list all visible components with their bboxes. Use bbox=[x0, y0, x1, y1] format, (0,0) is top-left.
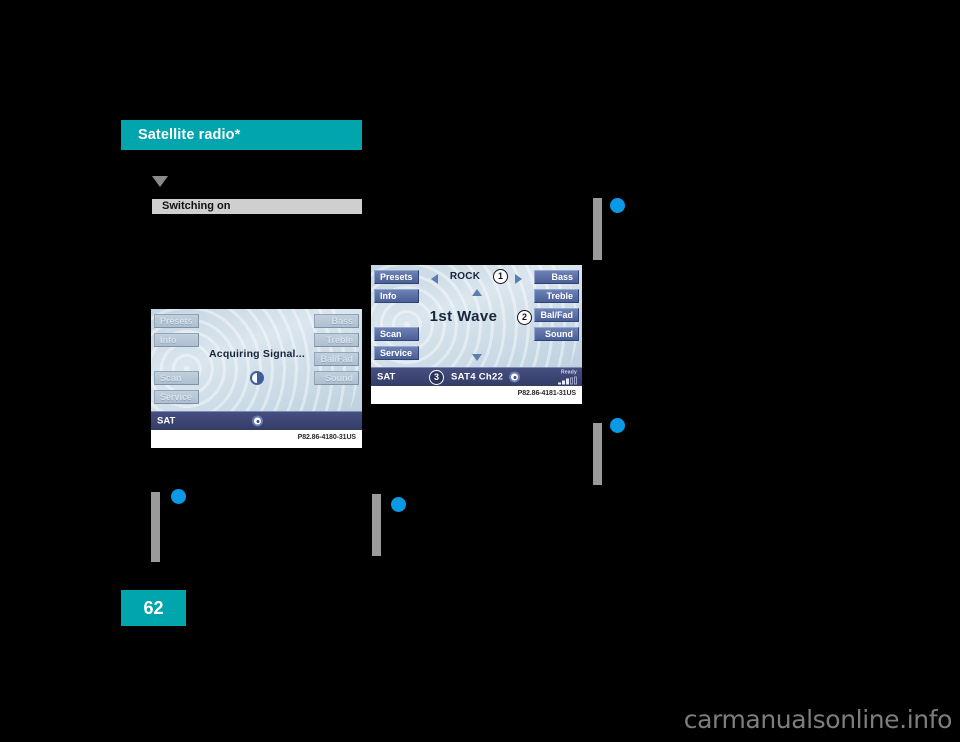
nav-arrow-right-icon[interactable] bbox=[515, 274, 522, 284]
nav-arrow-left-icon[interactable] bbox=[431, 274, 438, 284]
button-presets[interactable]: Presets bbox=[154, 314, 199, 328]
figure-caption-playing: P82.86-4181-31US bbox=[517, 390, 576, 397]
button-info-label: Info bbox=[380, 291, 397, 301]
busy-half-circle-icon bbox=[250, 371, 264, 385]
button-scan-label: Scan bbox=[160, 373, 182, 383]
button-bass[interactable]: Bass bbox=[534, 270, 579, 284]
figure-acquiring-signal: Presets Info Scan Service Bass Treble Ba… bbox=[151, 309, 362, 448]
callout-1: 1 bbox=[493, 269, 508, 284]
channel-info-label: SAT4 Ch22 bbox=[451, 371, 504, 383]
track-title: 1st Wave bbox=[429, 308, 498, 325]
button-service-label: Service bbox=[160, 392, 193, 402]
signal-ready-label: Ready bbox=[560, 369, 577, 376]
button-scan[interactable]: Scan bbox=[374, 327, 419, 341]
selector-dot-icon[interactable] bbox=[252, 415, 263, 427]
section-heading-bar: Switching on bbox=[152, 199, 362, 214]
selector-dot-icon[interactable] bbox=[509, 371, 520, 383]
nav-arrow-up-icon[interactable] bbox=[472, 289, 482, 296]
button-info[interactable]: Info bbox=[154, 333, 199, 347]
signal-strength-indicator: Ready bbox=[558, 370, 577, 385]
figure-playing: Presets Info Scan Service Bass Treble Ba… bbox=[371, 265, 582, 404]
button-presets[interactable]: Presets bbox=[374, 270, 419, 284]
margin-bar-left-lower bbox=[151, 492, 160, 562]
status-sat-label: SAT bbox=[157, 415, 176, 427]
button-treble-label: Treble bbox=[546, 291, 573, 301]
callout-3: 3 bbox=[429, 370, 444, 385]
button-service[interactable]: Service bbox=[154, 390, 199, 404]
button-sound[interactable]: Sound bbox=[534, 327, 579, 341]
section-arrow-icon bbox=[152, 176, 168, 187]
radio-display-playing: Presets Info Scan Service Bass Treble Ba… bbox=[371, 265, 582, 386]
button-info[interactable]: Info bbox=[374, 289, 419, 303]
radio-display-acquiring: Presets Info Scan Service Bass Treble Ba… bbox=[151, 309, 362, 430]
signal-bar-2 bbox=[562, 380, 565, 385]
button-bal-fad-label: Bal/Fad bbox=[320, 354, 353, 364]
button-service-label: Service bbox=[380, 348, 413, 358]
margin-dot-left-lower bbox=[171, 489, 186, 504]
button-bass-label: Bass bbox=[551, 272, 573, 282]
button-bass[interactable]: Bass bbox=[314, 314, 359, 328]
button-scan-label: Scan bbox=[380, 329, 402, 339]
margin-bar-right-top bbox=[593, 198, 602, 260]
button-treble[interactable]: Treble bbox=[314, 333, 359, 347]
button-treble[interactable]: Treble bbox=[534, 289, 579, 303]
button-bal-fad[interactable]: Bal/Fad bbox=[314, 352, 359, 366]
site-watermark: carmanualsonline.info bbox=[683, 705, 953, 734]
signal-bar-1 bbox=[558, 382, 561, 385]
manual-page: Satellite radio* Switching on Presets In… bbox=[0, 0, 960, 742]
button-service[interactable]: Service bbox=[374, 346, 419, 360]
margin-dot-center-lower bbox=[391, 497, 406, 512]
status-bar-playing: SAT 3 SAT4 Ch22 Ready bbox=[371, 367, 582, 386]
button-sound-label: Sound bbox=[325, 373, 353, 383]
status-bar-acquiring: SAT bbox=[151, 411, 362, 430]
nav-arrow-down-icon[interactable] bbox=[472, 354, 482, 361]
button-scan[interactable]: Scan bbox=[154, 371, 199, 385]
button-presets-label: Presets bbox=[160, 316, 193, 326]
acquiring-signal-text: Acquiring Signal... bbox=[209, 348, 305, 360]
button-sound-label: Sound bbox=[545, 329, 573, 339]
button-info-label: Info bbox=[160, 335, 177, 345]
button-sound[interactable]: Sound bbox=[314, 371, 359, 385]
category-label: ROCK bbox=[449, 271, 481, 282]
chapter-title: Satellite radio* bbox=[138, 127, 241, 143]
signal-bars bbox=[558, 376, 577, 385]
signal-bar-5 bbox=[574, 376, 577, 385]
margin-dot-right-bottom bbox=[610, 418, 625, 433]
chapter-header-band: Satellite radio* bbox=[121, 120, 362, 150]
signal-bar-3 bbox=[566, 378, 569, 385]
margin-bar-right-bottom bbox=[593, 423, 602, 485]
figure-caption-acquiring: P82.86-4180-31US bbox=[297, 434, 356, 441]
page-number-label: 62 bbox=[143, 597, 164, 618]
margin-dot-right-top bbox=[610, 198, 625, 213]
button-treble-label: Treble bbox=[326, 335, 353, 345]
callout-2: 2 bbox=[517, 310, 532, 325]
status-sat-label: SAT bbox=[377, 371, 396, 383]
button-bal-fad[interactable]: Bal/Fad bbox=[534, 308, 579, 322]
button-presets-label: Presets bbox=[380, 272, 413, 282]
button-bass-label: Bass bbox=[331, 316, 353, 326]
section-heading-label: Switching on bbox=[162, 200, 231, 212]
signal-bar-4 bbox=[570, 377, 573, 385]
button-bal-fad-label: Bal/Fad bbox=[540, 310, 573, 320]
margin-bar-center-lower bbox=[372, 494, 381, 556]
page-number-chip: 62 bbox=[121, 590, 186, 626]
